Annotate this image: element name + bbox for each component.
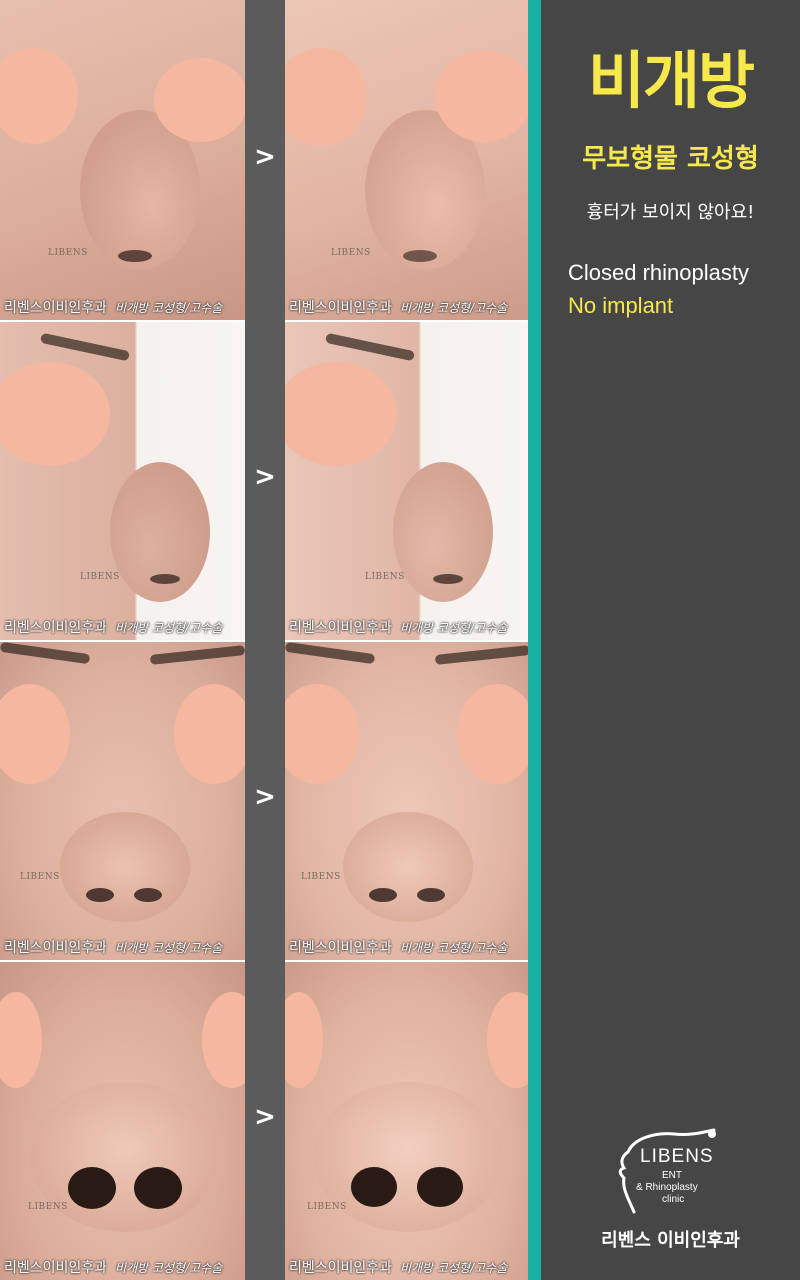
clinic-logo: LIBENS ENT & Rhinoplasty clinic <box>612 1128 732 1218</box>
face-mask <box>457 684 528 784</box>
panel-subtitle: 무보형물 코성형 <box>582 144 759 174</box>
watermark: LIBENS <box>28 1202 68 1212</box>
photo-caption: 리벤스이비인후과 비개방 코성형/고수술 <box>4 300 223 316</box>
face-mask <box>154 58 245 142</box>
center-divider <box>245 0 285 1280</box>
after-photo-front: LIBENS 리벤스이비인후과 비개방 코성형/고수술 <box>285 642 528 960</box>
face-mask <box>174 684 245 784</box>
photo-caption: 리벤스이비인후과 비개방 코성형/고수술 <box>4 620 223 636</box>
english-subtitle: No implant <box>568 293 674 318</box>
after-photo-oblique: LIBENS 리벤스이비인후과 비개방 코성형/고수술 <box>285 0 528 320</box>
info-panel <box>541 0 800 1280</box>
photo-caption: 리벤스이비인후과 비개방 코성형/고수술 <box>289 300 508 316</box>
photo-caption: 리벤스이비인후과 비개방 코성형/고수술 <box>289 620 508 636</box>
photo-caption: 리벤스이비인후과 비개방 코성형/고수술 <box>289 940 508 956</box>
watermark: LIBENS <box>307 1202 347 1212</box>
arrow-row-1: > <box>254 142 276 172</box>
after-photo-base: LIBENS 리벤스이비인후과 비개방 코성형/고수술 <box>285 962 528 1280</box>
watermark: LIBENS <box>331 248 371 258</box>
watermark: LIBENS <box>48 248 88 258</box>
photo-caption: 리벤스이비인후과 비개방 코성형/고수술 <box>4 1260 223 1276</box>
arrow-row-4: > <box>254 1102 276 1132</box>
arrow-row-3: > <box>254 782 276 812</box>
watermark: LIBENS <box>80 572 120 582</box>
after-photo-profile: LIBENS 리벤스이비인후과 비개방 코성형/고수술 <box>285 322 528 640</box>
english-title: Closed rhinoplasty <box>568 260 749 285</box>
photo-caption: 리벤스이비인후과 비개방 코성형/고수술 <box>4 940 223 956</box>
watermark: LIBENS <box>20 872 60 882</box>
arrow-row-2: > <box>254 462 276 492</box>
logo-rhinoplasty: & Rhinoplasty <box>636 1182 698 1193</box>
accent-bar <box>528 0 541 1280</box>
photo-caption: 리벤스이비인후과 비개방 코성형/고수술 <box>289 1260 508 1276</box>
before-photo-oblique: LIBENS 리벤스이비인후과 비개방 코성형/고수술 <box>0 0 245 320</box>
before-photo-front: LIBENS 리벤스이비인후과 비개방 코성형/고수술 <box>0 642 245 960</box>
watermark: LIBENS <box>301 872 341 882</box>
face-mask <box>435 50 528 142</box>
logo-ent: ENT <box>662 1170 682 1181</box>
before-photo-profile: LIBENS 리벤스이비인후과 비개방 코성형/고수술 <box>0 322 245 640</box>
watermark: LIBENS <box>365 572 405 582</box>
logo-clinic: clinic <box>662 1194 685 1205</box>
clinic-name: 리벤스 이비인후과 <box>601 1230 740 1251</box>
before-photo-base: LIBENS 리벤스이비인후과 비개방 코성형/고수술 <box>0 962 245 1280</box>
panel-title: 비개방 <box>587 44 755 117</box>
panel-tagline: 흉터가 보이지 않아요! <box>586 202 755 223</box>
logo-name: LIBENS <box>640 1146 714 1167</box>
